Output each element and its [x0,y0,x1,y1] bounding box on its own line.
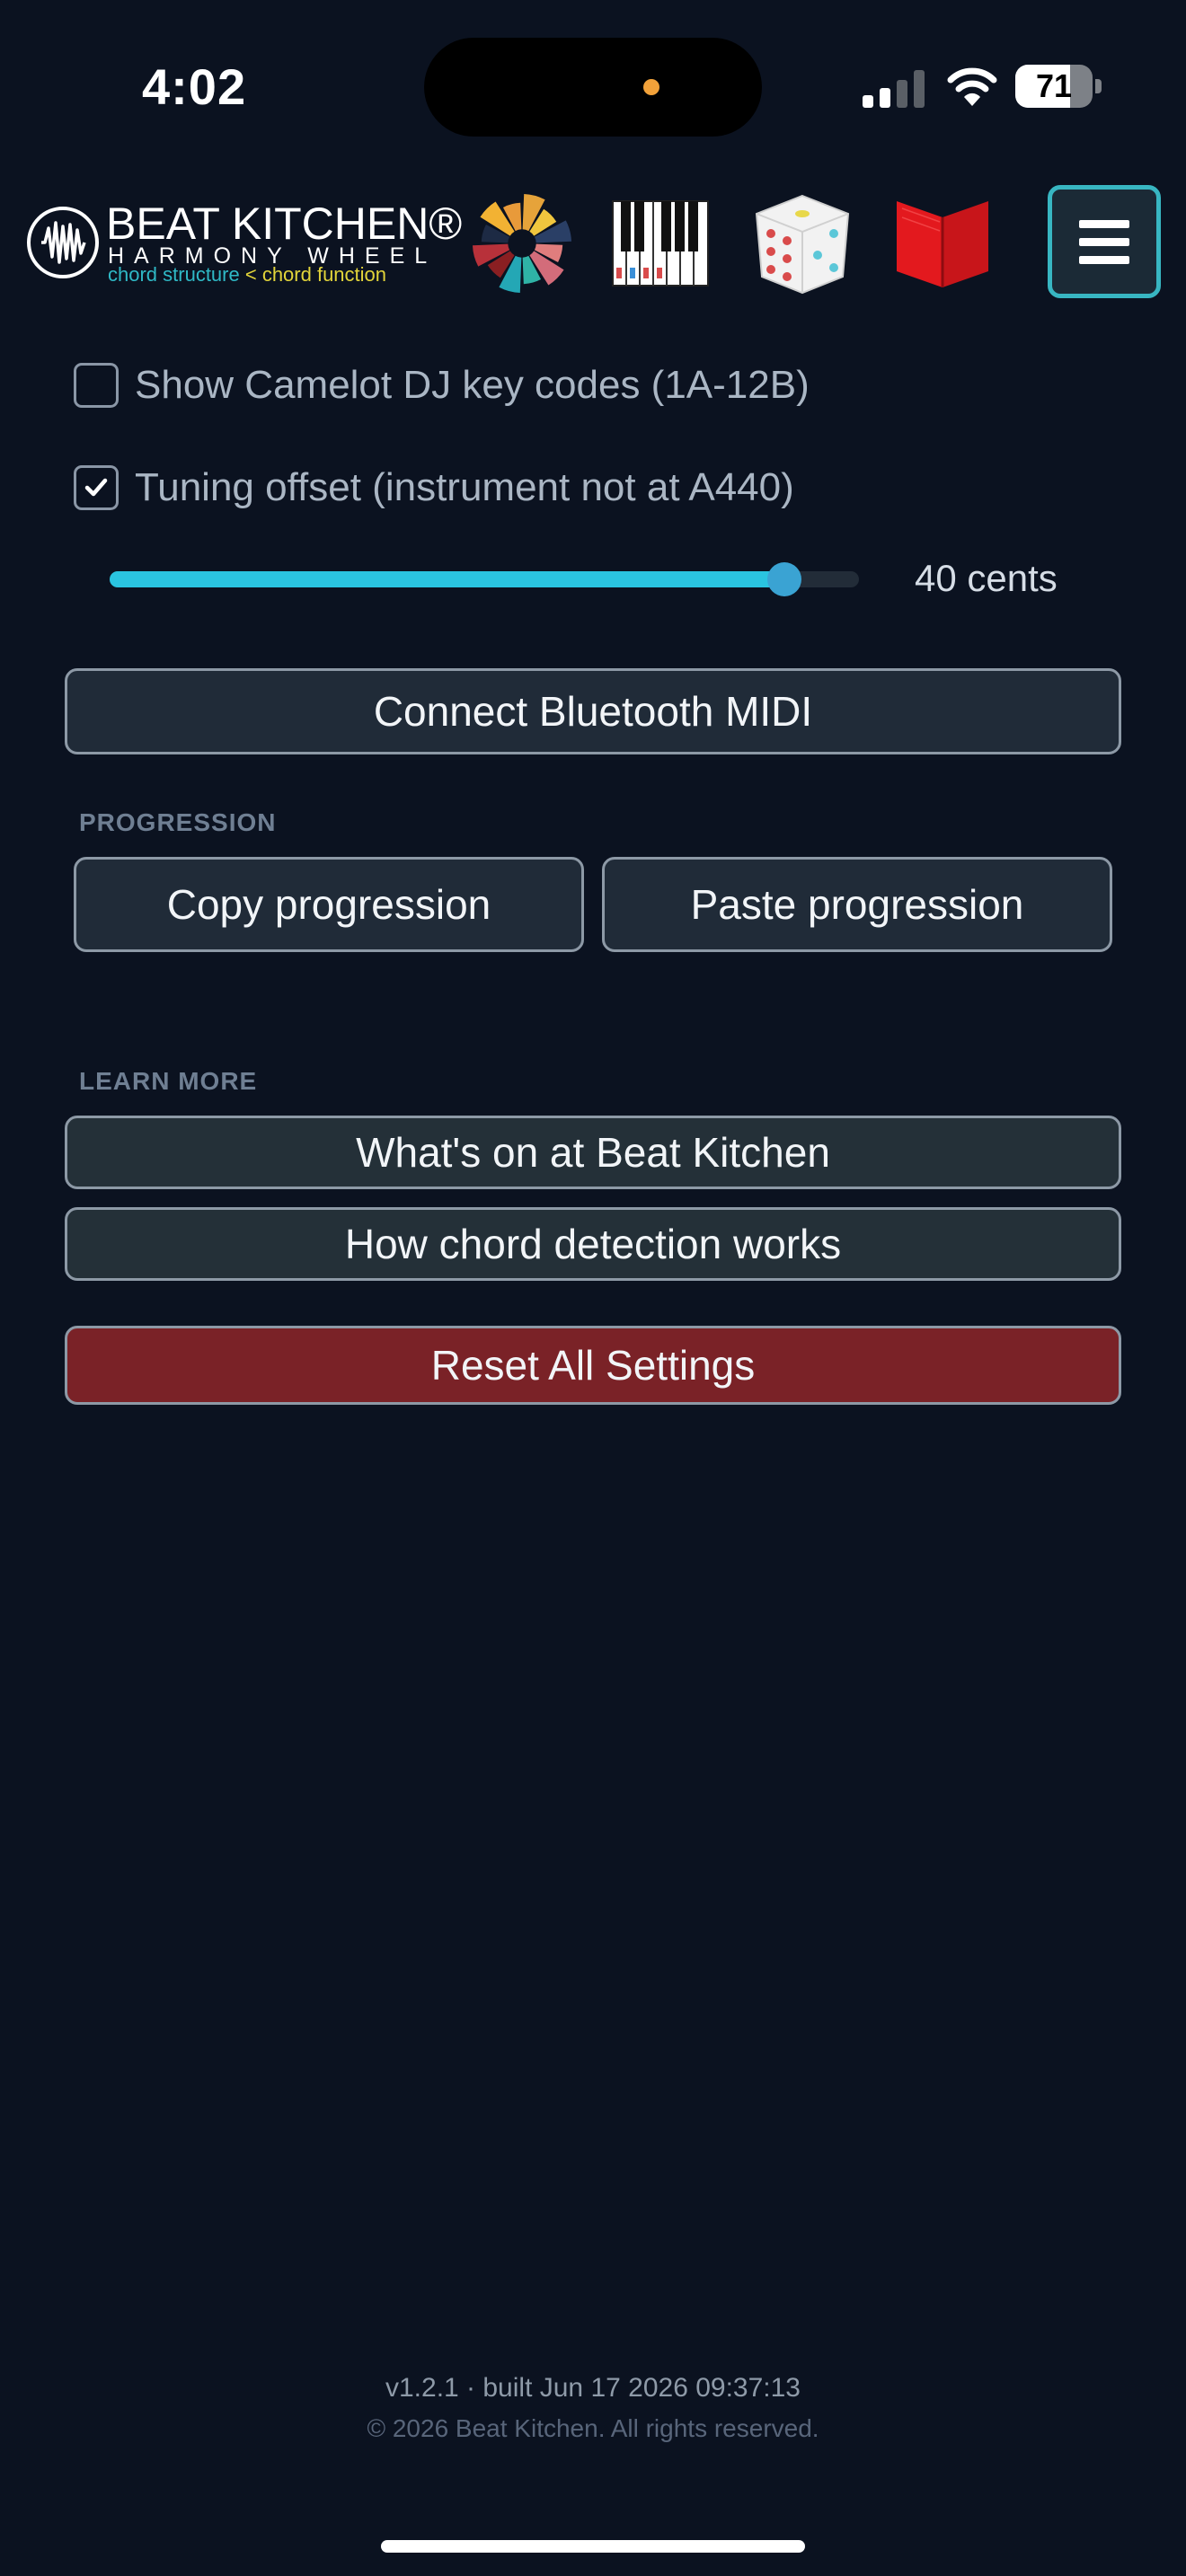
brand-tagline: chord structure < chord function [108,263,386,287]
tuning-setting[interactable]: Tuning offset (instrument not at A440) [74,465,794,510]
menu-bar [1079,237,1129,246]
privacy-indicator-dot [643,79,659,95]
whats-on-button[interactable]: What's on at Beat Kitchen [65,1116,1121,1189]
chord-detection-button[interactable]: How chord detection works [65,1207,1121,1281]
home-indicator[interactable] [381,2540,805,2553]
copyright: © 2026 Beat Kitchen. All rights reserved… [367,2414,819,2442]
piano-keys-icon[interactable] [607,190,713,296]
checkmark-icon [84,478,108,497]
version-info: v1.2.1 · built Jun 17 2026 09:37:13 [385,2373,801,2403]
progression-section-label: PROGRESSION [79,808,277,836]
copy-progression-button[interactable]: Copy progression [74,857,584,952]
camelot-label: Show Camelot DJ key codes (1A-12B) [135,363,810,407]
beat-kitchen-logo-icon [27,207,99,278]
tuning-label: Tuning offset (instrument not at A440) [135,465,794,509]
tagline-function: chord function [261,263,387,286]
connect-bluetooth-midi-button[interactable]: Connect Bluetooth MIDI [65,668,1121,754]
menu-bar [1079,255,1129,264]
cellular-signal-icon [863,70,925,108]
learn-more-section-label: LEARN MORE [79,1067,258,1095]
menu-bar [1079,219,1129,228]
paste-progression-button[interactable]: Paste progression [602,857,1112,952]
status-time: 4:02 [142,58,247,115]
tagline-separator: < [239,263,262,286]
reset-all-settings-button[interactable]: Reset All Settings [65,1326,1121,1405]
slider-fill [110,571,784,587]
book-icon[interactable] [890,190,996,296]
tuning-value: 40 cents [915,557,1058,599]
brand-title: BEAT KITCHEN® [106,198,463,249]
battery-level: 71 [1035,67,1073,104]
battery-indicator: 71 [1015,65,1102,108]
color-wheel-icon[interactable] [469,190,575,296]
tuning-slider[interactable] [110,562,859,596]
dice-icon[interactable] [749,190,855,296]
camelot-setting[interactable]: Show Camelot DJ key codes (1A-12B) [74,363,810,408]
tuning-checkbox[interactable] [74,465,119,510]
wifi-icon [947,67,997,106]
camelot-checkbox[interactable] [74,363,119,408]
tagline-structure: chord structure [108,263,240,286]
dynamic-island [424,38,762,137]
slider-knob[interactable] [767,562,801,596]
menu-button[interactable] [1048,185,1161,298]
